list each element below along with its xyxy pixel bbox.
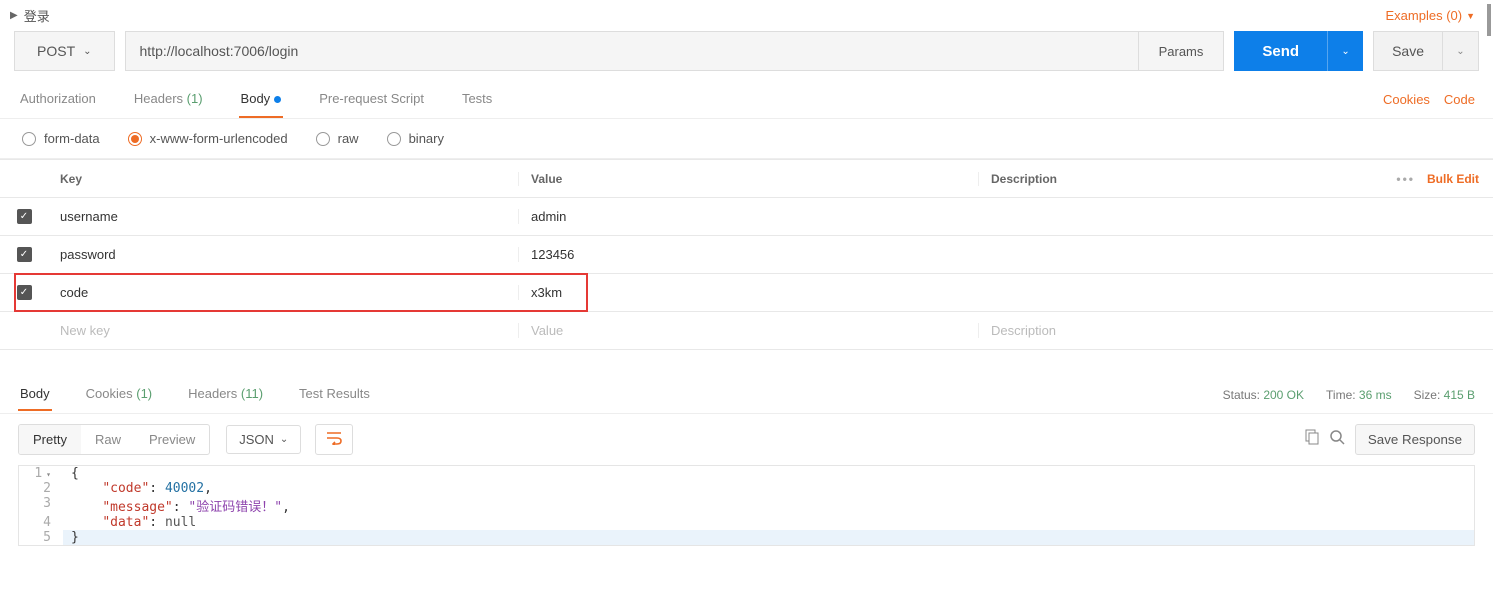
- send-dropdown[interactable]: ⌄: [1327, 31, 1363, 71]
- view-pretty[interactable]: Pretty: [19, 425, 81, 454]
- wrap-icon: [326, 431, 342, 445]
- value-cell[interactable]: x3km: [518, 285, 978, 300]
- table-row: ✓ username admin: [0, 198, 1493, 236]
- radio-icon: [128, 132, 142, 146]
- request-title: 登录: [24, 6, 50, 25]
- table-row: ✓ password 123456: [0, 236, 1493, 274]
- view-preview[interactable]: Preview: [135, 425, 209, 454]
- radio-icon: [387, 132, 401, 146]
- url-input[interactable]: http://localhost:7006/login: [125, 31, 1139, 71]
- radio-form-data[interactable]: form-data: [22, 131, 100, 146]
- resp-tab-cookies[interactable]: Cookies (1): [84, 378, 154, 411]
- examples-dropdown[interactable]: Examples (0) ▼: [1386, 8, 1476, 23]
- format-select[interactable]: JSON ⌄: [226, 425, 301, 454]
- copy-icon[interactable]: [1303, 429, 1319, 450]
- tab-tests[interactable]: Tests: [460, 81, 494, 118]
- value-cell[interactable]: 123456: [518, 247, 978, 262]
- scrollbar[interactable]: [1487, 4, 1491, 36]
- col-description: Description: [978, 172, 1373, 186]
- radio-raw[interactable]: raw: [316, 131, 359, 146]
- more-icon[interactable]: •••: [1396, 172, 1415, 186]
- chevron-down-icon: ⌄: [280, 434, 288, 445]
- radio-icon: [316, 132, 330, 146]
- chevron-down-icon: ⌄: [1341, 46, 1349, 57]
- tab-authorization[interactable]: Authorization: [18, 81, 98, 118]
- key-input[interactable]: New key: [48, 323, 518, 338]
- resp-tab-testresults[interactable]: Test Results: [297, 378, 372, 411]
- wrap-button[interactable]: [315, 424, 353, 455]
- key-cell[interactable]: username: [48, 209, 518, 224]
- checkbox[interactable]: ✓: [17, 285, 32, 300]
- response-body-editor[interactable]: 1{ 2 "code": 40002, 3 "message": "验证码错误！…: [18, 465, 1475, 546]
- send-button[interactable]: Send: [1234, 31, 1327, 71]
- status-label: Status: 200 OK: [1223, 388, 1304, 402]
- value-cell[interactable]: admin: [518, 209, 978, 224]
- table-row-new: New key Value Description: [0, 312, 1493, 350]
- save-button[interactable]: Save: [1373, 31, 1443, 71]
- radio-binary[interactable]: binary: [387, 131, 444, 146]
- col-key: Key: [48, 172, 518, 186]
- tab-headers[interactable]: Headers (1): [132, 81, 205, 118]
- size-label: Size: 415 B: [1414, 388, 1475, 402]
- unsaved-dot-icon: [274, 96, 281, 103]
- checkbox[interactable]: ✓: [17, 209, 32, 224]
- view-raw[interactable]: Raw: [81, 425, 135, 454]
- key-cell[interactable]: password: [48, 247, 518, 262]
- collapse-icon: ▶: [10, 10, 18, 21]
- bulk-edit-link[interactable]: Bulk Edit: [1427, 172, 1479, 186]
- chevron-down-icon: ⌄: [83, 46, 91, 57]
- value-input[interactable]: Value: [518, 323, 978, 338]
- resp-tab-body[interactable]: Body: [18, 378, 52, 411]
- tab-body[interactable]: Body: [239, 81, 284, 118]
- key-cell[interactable]: code: [48, 285, 518, 300]
- save-dropdown[interactable]: ⌄: [1443, 31, 1479, 71]
- checkbox[interactable]: ✓: [17, 247, 32, 262]
- chevron-down-icon: ⌄: [1456, 46, 1464, 57]
- time-label: Time: 36 ms: [1326, 388, 1392, 402]
- col-value: Value: [518, 172, 978, 186]
- radio-urlencoded[interactable]: x-www-form-urlencoded: [128, 131, 288, 146]
- cookies-link[interactable]: Cookies: [1383, 92, 1430, 107]
- chevron-down-icon: ▼: [1466, 11, 1475, 21]
- table-row: ✓ code x3km: [0, 274, 1493, 312]
- resp-tab-headers[interactable]: Headers (11): [186, 378, 265, 411]
- params-button[interactable]: Params: [1139, 31, 1225, 71]
- radio-icon: [22, 132, 36, 146]
- method-select[interactable]: POST ⌄: [14, 31, 115, 71]
- save-response-button[interactable]: Save Response: [1355, 424, 1475, 455]
- code-link[interactable]: Code: [1444, 92, 1475, 107]
- desc-input[interactable]: Description: [978, 323, 1373, 338]
- search-icon[interactable]: [1329, 429, 1345, 450]
- request-name[interactable]: ▶ 登录: [10, 6, 50, 25]
- tab-prerequest[interactable]: Pre-request Script: [317, 81, 426, 118]
